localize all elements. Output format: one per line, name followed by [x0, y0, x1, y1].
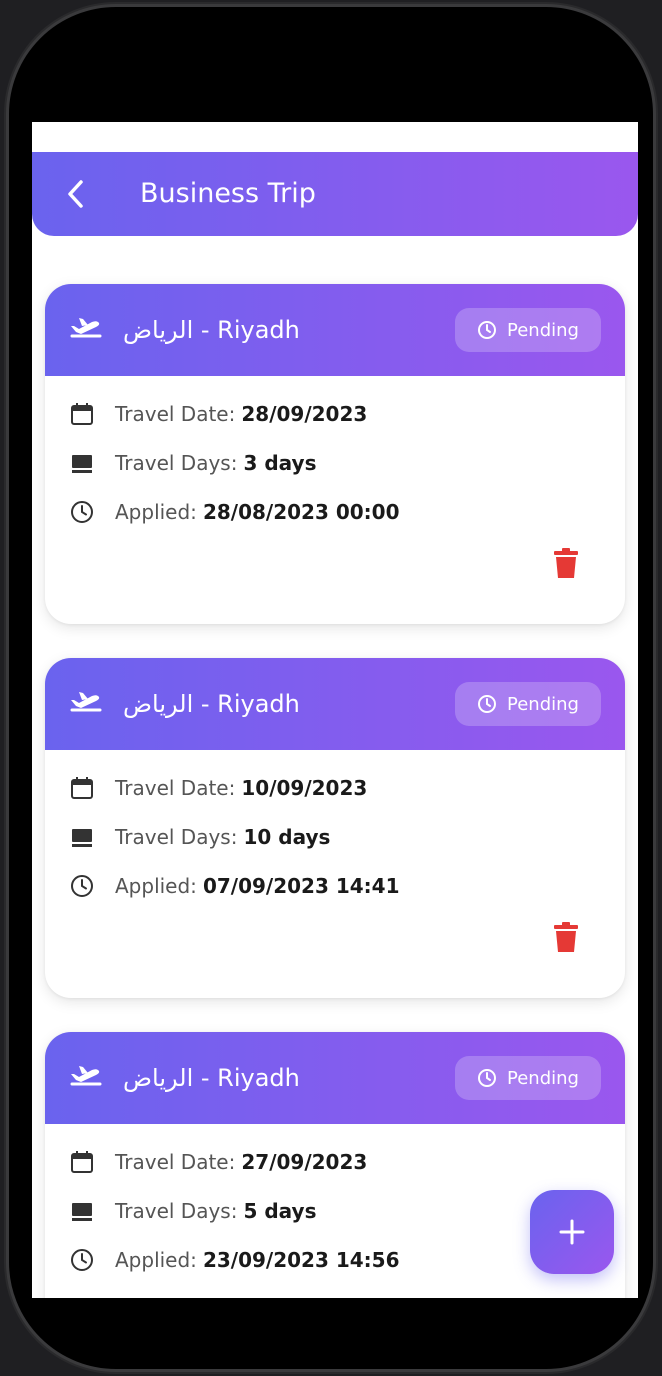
- flight-takeoff-icon: [70, 1066, 102, 1086]
- travel-date-label: Travel Date:: [115, 1150, 236, 1174]
- trip-card-header: الرياض - Riyadh Pending: [45, 658, 625, 750]
- calendar-icon: [71, 1151, 93, 1173]
- flight-takeoff-icon: [70, 692, 102, 712]
- travel-days-row: Travel Days: 3 days: [69, 448, 317, 478]
- trip-destination: الرياض - Riyadh: [123, 690, 300, 718]
- travel-date-row: Travel Date: 27/09/2023: [69, 1147, 367, 1177]
- travel-days-value: 5 days: [243, 1199, 317, 1223]
- applied-row: Applied: 28/08/2023 00:00: [69, 497, 400, 527]
- flight-takeoff-icon: [70, 318, 102, 338]
- travel-date-label: Travel Date:: [115, 776, 236, 800]
- travel-days-value: 3 days: [243, 451, 317, 475]
- trash-icon: [554, 922, 578, 952]
- trip-card[interactable]: الرياض - Riyadh Pending Travel Date: 10/…: [45, 658, 625, 998]
- applied-row: Applied: 23/09/2023 14:56: [69, 1245, 400, 1275]
- applied-label: Applied:: [115, 874, 197, 898]
- status-badge: Pending: [455, 1056, 601, 1100]
- chevron-left-icon: [68, 180, 83, 208]
- days-icon: [72, 829, 92, 847]
- app-bar: Business Trip: [32, 152, 638, 236]
- travel-date-value: 28/09/2023: [241, 402, 368, 426]
- applied-label: Applied:: [115, 1248, 197, 1272]
- applied-label: Applied:: [115, 500, 197, 524]
- trip-destination: الرياض - Riyadh: [123, 316, 300, 344]
- delete-button[interactable]: [551, 920, 581, 954]
- status-badge: Pending: [455, 308, 601, 352]
- clock-icon: [71, 501, 93, 523]
- status-label: Pending: [507, 693, 579, 715]
- plus-icon: [559, 1219, 585, 1245]
- travel-date-value: 27/09/2023: [241, 1150, 368, 1174]
- trip-destination: الرياض - Riyadh: [123, 1064, 300, 1092]
- add-trip-button[interactable]: [530, 1190, 614, 1274]
- status-label: Pending: [507, 319, 579, 341]
- travel-date-label: Travel Date:: [115, 402, 236, 426]
- clock-icon: [71, 1249, 93, 1271]
- status-label: Pending: [507, 1067, 579, 1089]
- travel-days-label: Travel Days:: [115, 1199, 238, 1223]
- applied-value: 07/09/2023 14:41: [202, 874, 400, 898]
- clock-icon: [478, 695, 497, 713]
- days-icon: [72, 455, 92, 473]
- travel-days-row: Travel Days: 5 days: [69, 1196, 317, 1226]
- clock-icon: [71, 875, 93, 897]
- travel-date-value: 10/09/2023: [241, 776, 368, 800]
- travel-days-value: 10 days: [243, 825, 331, 849]
- applied-value: 28/08/2023 00:00: [202, 500, 400, 524]
- clock-icon: [478, 1069, 497, 1087]
- trip-card-header: الرياض - Riyadh Pending: [45, 1032, 625, 1124]
- trip-card-header: الرياض - Riyadh Pending: [45, 284, 625, 376]
- trip-card[interactable]: الرياض - Riyadh Pending Travel Date: 28/…: [45, 284, 625, 624]
- travel-date-row: Travel Date: 10/09/2023: [69, 773, 367, 803]
- applied-value: 23/09/2023 14:56: [202, 1248, 400, 1272]
- travel-days-row: Travel Days: 10 days: [69, 822, 330, 852]
- page-title: Business Trip: [140, 178, 316, 209]
- applied-row: Applied: 07/09/2023 14:41: [69, 871, 400, 901]
- days-icon: [72, 1203, 92, 1221]
- calendar-icon: [71, 777, 93, 799]
- travel-days-label: Travel Days:: [115, 825, 238, 849]
- screen: Business Trip الرياض - Riyadh Pending Tr…: [32, 122, 638, 1298]
- trash-icon: [554, 548, 578, 578]
- status-badge: Pending: [455, 682, 601, 726]
- delete-button[interactable]: [551, 546, 581, 580]
- clock-icon: [478, 321, 497, 339]
- back-button[interactable]: [58, 176, 94, 212]
- calendar-icon: [71, 403, 93, 425]
- travel-date-row: Travel Date: 28/09/2023: [69, 399, 367, 429]
- travel-days-label: Travel Days:: [115, 451, 238, 475]
